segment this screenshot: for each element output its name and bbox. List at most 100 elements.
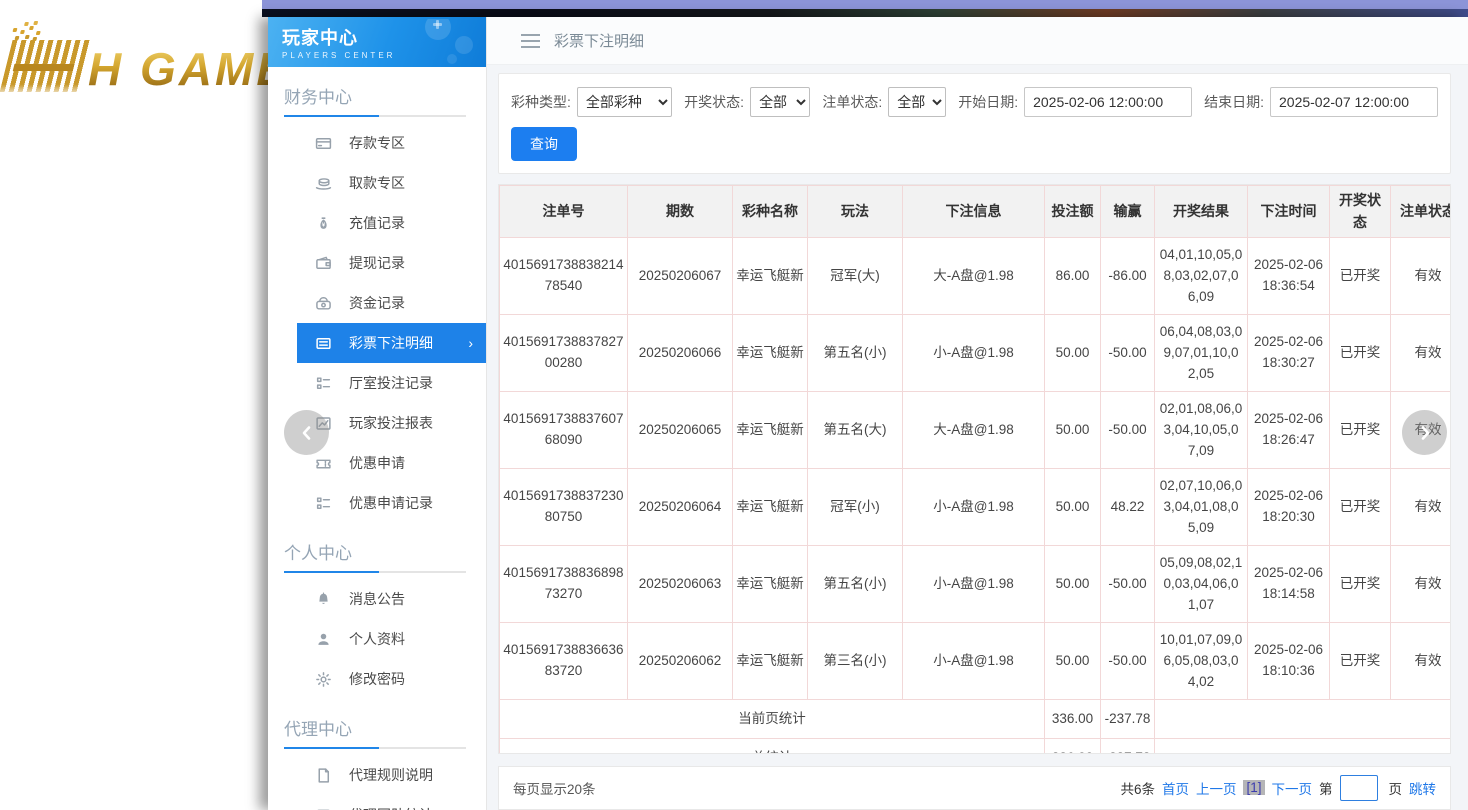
hh-logo-emblem bbox=[0, 40, 90, 92]
sidebar-item-label: 优惠申请记录 bbox=[349, 493, 433, 513]
sidebar-item-agent-rules[interactable]: 代理规则说明 bbox=[297, 755, 486, 795]
table-cell: 401569173883760768090 bbox=[500, 392, 628, 469]
pagination-bar: 每页显示20条 共6条 首页 上一页 [1] 下一页 第 页 跳转 bbox=[498, 766, 1451, 810]
table-cell: 幸运飞艇新 bbox=[733, 546, 808, 623]
page-number-input[interactable] bbox=[1340, 775, 1378, 801]
section-label: 个人中心 bbox=[284, 539, 486, 564]
coupon-icon bbox=[315, 455, 332, 472]
table-cell: -50.00 bbox=[1101, 623, 1155, 700]
col-header: 下注信息 bbox=[903, 186, 1045, 238]
table-cell: 04,01,10,05,08,03,02,07,06,09 bbox=[1155, 238, 1248, 315]
total-count-text: 共6条 bbox=[1120, 778, 1155, 798]
end-date-input[interactable] bbox=[1270, 87, 1438, 117]
table-cell: 小-A盘@1.98 bbox=[903, 469, 1045, 546]
jump-link[interactable]: 跳转 bbox=[1409, 778, 1436, 798]
site-logo: H GAME bbox=[6, 34, 290, 92]
withdraw-hand-icon bbox=[315, 175, 332, 192]
table-cell: 2025-02-06 18:36:54 bbox=[1248, 238, 1330, 315]
sidebar-item-announcements[interactable]: 消息公告 bbox=[297, 579, 486, 619]
table-cell: -50.00 bbox=[1101, 315, 1155, 392]
table-cell: 50.00 bbox=[1045, 546, 1101, 623]
table-cell: 20250206065 bbox=[628, 392, 733, 469]
logo-dots-decoration bbox=[12, 28, 17, 32]
table-cell: 02,01,08,06,03,04,10,05,07,09 bbox=[1155, 392, 1248, 469]
table-cell: 20250206067 bbox=[628, 238, 733, 315]
table-cell: 20250206062 bbox=[628, 623, 733, 700]
purse-icon bbox=[315, 295, 332, 312]
table-cell: 幸运飞艇新 bbox=[733, 469, 808, 546]
first-page-link[interactable]: 首页 bbox=[1162, 778, 1189, 798]
sidebar-item-label: 代理规则说明 bbox=[349, 765, 433, 785]
table-cell: 有效 bbox=[1391, 546, 1452, 623]
sidebar-header: 玩家中心 PLAYERS CENTER bbox=[268, 17, 486, 67]
sidebar-item-profile[interactable]: 个人资料 bbox=[297, 619, 486, 659]
col-header: 下注时间 bbox=[1248, 186, 1330, 238]
table-cell: 大-A盘@1.98 bbox=[903, 392, 1045, 469]
sidebar-item-promo-apply[interactable]: 优惠申请 bbox=[297, 443, 486, 483]
summary-empty bbox=[1155, 700, 1452, 739]
query-button[interactable]: 查询 bbox=[511, 127, 577, 161]
hamburger-menu-icon[interactable] bbox=[521, 30, 540, 52]
person-icon bbox=[315, 631, 332, 648]
table-cell: 86.00 bbox=[1045, 238, 1101, 315]
sidebar-item-withdraw-record[interactable]: 提现记录 bbox=[297, 243, 486, 283]
prev-page-link[interactable]: 上一页 bbox=[1196, 778, 1237, 798]
section-divider bbox=[284, 115, 466, 117]
sidebar-item-label: 取款专区 bbox=[349, 173, 405, 193]
table-cell: 20250206064 bbox=[628, 469, 733, 546]
news-icon bbox=[315, 807, 332, 810]
sidebar-item-change-password[interactable]: 修改密码 bbox=[297, 659, 486, 699]
lottery-type-select[interactable]: 全部彩种 bbox=[577, 87, 672, 117]
sidebar-item-label: 存款专区 bbox=[349, 133, 405, 153]
start-date-input[interactable] bbox=[1024, 87, 1192, 117]
screen: H GAME 玩家中心 PLAYERS CENTER 财务中心 bbox=[0, 0, 1468, 810]
table-cell: 第三名(小) bbox=[808, 623, 903, 700]
table-cell: 已开奖 bbox=[1330, 315, 1391, 392]
table-cell: 401569173883821478540 bbox=[500, 238, 628, 315]
top-dark-strip bbox=[262, 9, 1468, 17]
bet-table-card: 注单号 期数 彩种名称 玩法 下注信息 投注额 输赢 开奖结果 下注时间 开奖状… bbox=[498, 184, 1451, 754]
page-summary-row: 当前页统计 336.00 -237.78 bbox=[500, 700, 1452, 739]
table-cell: 有效 bbox=[1391, 238, 1452, 315]
col-header: 注单状态 bbox=[1391, 186, 1452, 238]
col-header: 期数 bbox=[628, 186, 733, 238]
sidebar-item-label: 消息公告 bbox=[349, 589, 405, 609]
section-divider bbox=[284, 747, 466, 749]
table-cell: 第五名(大) bbox=[808, 392, 903, 469]
next-page-link[interactable]: 下一页 bbox=[1272, 778, 1313, 798]
col-header: 彩种名称 bbox=[733, 186, 808, 238]
table-cell: 10,01,07,09,06,05,08,03,04,02 bbox=[1155, 623, 1248, 700]
table-cell: 冠军(大) bbox=[808, 238, 903, 315]
players-center-window: 玩家中心 PLAYERS CENTER 财务中心 bbox=[268, 17, 1468, 810]
table-cell: 06,04,08,03,09,07,01,10,02,05 bbox=[1155, 315, 1248, 392]
table-cell: 幸运飞艇新 bbox=[733, 623, 808, 700]
table-cell: 05,09,08,02,10,03,04,06,01,07 bbox=[1155, 546, 1248, 623]
summary-winloss-total: -237.78 bbox=[1101, 700, 1155, 739]
draw-status-select[interactable]: 全部 bbox=[750, 87, 810, 117]
sidebar-item-label: 充值记录 bbox=[349, 213, 405, 233]
sidebar-item-hall-bet-record[interactable]: 厅室投注记录 bbox=[297, 363, 486, 403]
table-cell: 已开奖 bbox=[1330, 623, 1391, 700]
table-cell: 2025-02-06 18:14:58 bbox=[1248, 546, 1330, 623]
scroll-left-button[interactable] bbox=[284, 410, 329, 455]
table-cell: 有效 bbox=[1391, 315, 1452, 392]
sidebar-item-recharge-record[interactable]: ¥ 充值记录 bbox=[297, 203, 486, 243]
top-purple-strip bbox=[262, 0, 1468, 9]
sidebar-section-agent: 代理中心 代理规则说明 代理团队统计 bbox=[268, 715, 486, 810]
sidebar-item-lottery-bet-detail[interactable]: 彩票下注明细 › bbox=[297, 323, 486, 363]
sidebar-item-promo-apply-record[interactable]: 优惠申请记录 bbox=[297, 483, 486, 523]
scroll-right-button[interactable] bbox=[1402, 410, 1447, 455]
sidebar-item-agent-team-stats[interactable]: 代理团队统计 bbox=[297, 795, 486, 810]
table-cell: 2025-02-06 18:26:47 bbox=[1248, 392, 1330, 469]
summary-label: 总统计 bbox=[500, 739, 1045, 754]
table-cell: 2025-02-06 18:20:30 bbox=[1248, 469, 1330, 546]
table-cell: 2025-02-06 18:10:36 bbox=[1248, 623, 1330, 700]
table-body: 40156917388382147854020250206067 幸运飞艇新 冠军(… bbox=[500, 238, 1452, 700]
chevron-right-icon bbox=[1416, 424, 1434, 442]
order-status-select[interactable]: 全部 bbox=[888, 87, 946, 117]
sidebar-item-withdraw[interactable]: 取款专区 bbox=[297, 163, 486, 203]
sidebar-item-fund-record[interactable]: 资金记录 bbox=[297, 283, 486, 323]
table-cell: 已开奖 bbox=[1330, 469, 1391, 546]
sidebar-item-deposit[interactable]: 存款专区 bbox=[297, 123, 486, 163]
start-date-label: 开始日期: bbox=[958, 92, 1018, 112]
